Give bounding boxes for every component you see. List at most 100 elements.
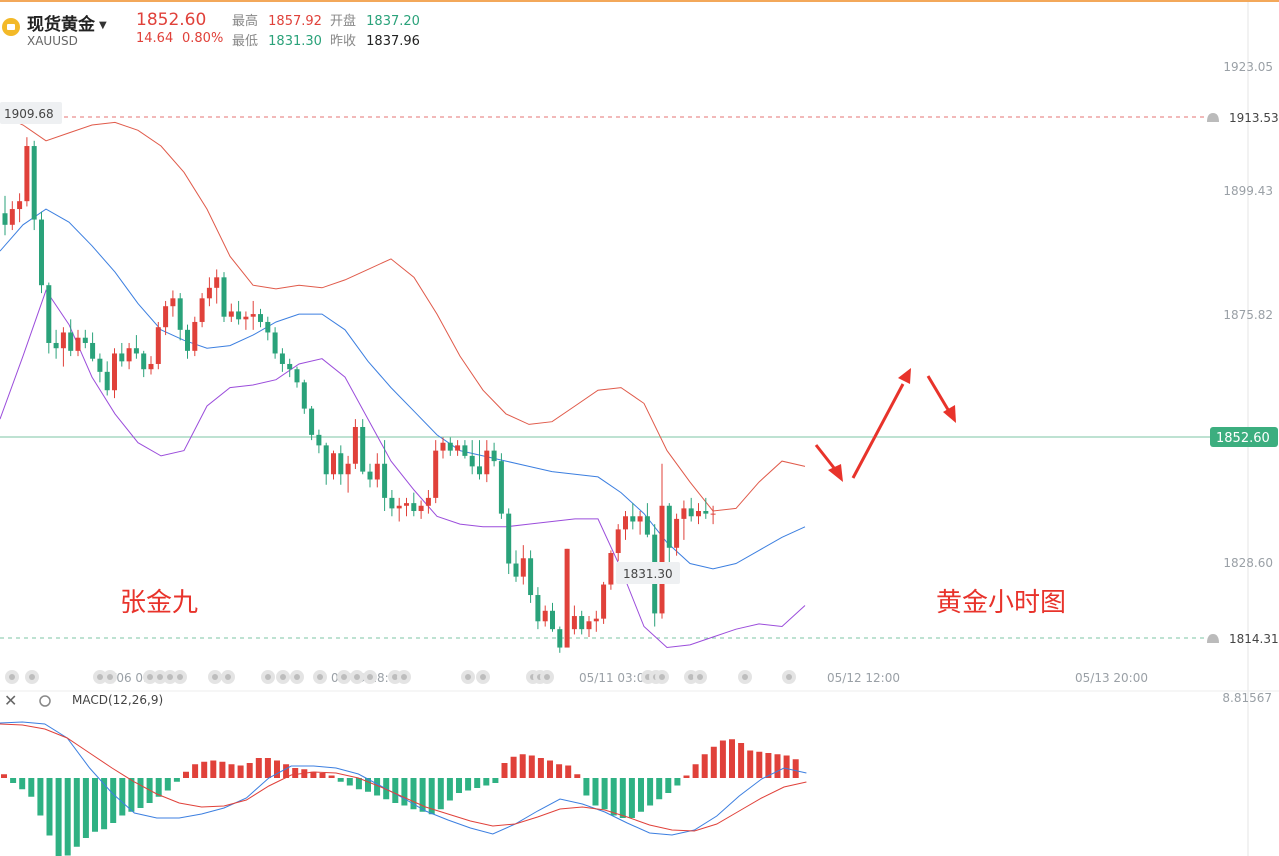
candle-body: [258, 314, 263, 322]
gear-icon: [39, 695, 51, 707]
candle-body: [31, 146, 37, 220]
candle-body: [228, 311, 234, 317]
event-marker-dot: [97, 674, 103, 680]
candle-body: [681, 508, 687, 519]
candle-body: [119, 353, 125, 362]
macd-histogram-bar: [638, 778, 644, 812]
candle-body: [163, 306, 169, 328]
y-tick-label: 1899.43: [1223, 184, 1273, 198]
macd-panel: ✕ MACD(12,26,9) 8.81567: [0, 690, 1279, 856]
candle-body: [710, 513, 716, 515]
down-arrow-head-2: [943, 405, 956, 423]
macd-histogram-bar: [492, 778, 499, 783]
macd-histogram-bar: [501, 763, 508, 778]
macd-histogram-bar: [1, 774, 7, 778]
current-price-tag: 1852.60: [1216, 431, 1270, 446]
candle-body: [97, 358, 103, 372]
event-marker-dot: [401, 674, 407, 680]
candle-body: [659, 505, 665, 614]
bell-icon: [1207, 634, 1219, 644]
macd-histogram-bar: [10, 778, 17, 783]
x-tick-3: 05/12 12:00: [827, 671, 900, 685]
chart-note: 黄金小时图: [936, 588, 1066, 618]
candle-body: [484, 450, 490, 475]
macd-histogram-bar: [82, 778, 89, 838]
macd-histogram-bar: [19, 778, 26, 790]
alert-price-label: 1814.31: [1229, 632, 1279, 646]
macd-histogram-bar: [792, 759, 799, 778]
candle-body: [550, 610, 555, 630]
min-price-tag: 1831.30: [623, 567, 673, 581]
candle-body: [279, 353, 285, 364]
candle-body: [440, 442, 446, 451]
candle-body: [82, 337, 88, 343]
candle-body: [360, 426, 366, 472]
candle-body: [477, 466, 482, 475]
macd-histogram-bar: [55, 778, 62, 856]
y-tick-label: 1923.05: [1223, 60, 1273, 74]
event-marker-dot: [280, 674, 286, 680]
candle-body: [287, 363, 293, 370]
macd-histogram-bar: [401, 778, 408, 806]
candle-body: [535, 595, 541, 622]
macd-histogram-bar: [128, 778, 135, 812]
event-marker-dot: [544, 674, 550, 680]
macd-histogram-bar: [465, 778, 472, 791]
candle-body: [593, 618, 599, 622]
macd-histogram-bar: [46, 778, 53, 836]
candle-body: [112, 353, 117, 391]
price-chart[interactable]: 1923.05 1899.43 1875.82 1828.60 1913.53 1814.…: [0, 0, 1279, 856]
event-marker-dot: [354, 674, 360, 680]
event-marker-dot: [9, 674, 15, 680]
candle-body: [382, 463, 388, 498]
macd-histogram-bar: [474, 778, 481, 788]
candle-body: [404, 503, 409, 506]
candle-body: [623, 516, 628, 530]
bollinger-upper-line: [0, 114, 806, 512]
event-marker-dot: [317, 674, 323, 680]
candle-body: [418, 505, 424, 512]
macd-histogram-bar: [674, 778, 681, 786]
candle-body: [696, 511, 701, 517]
macd-histogram-bar: [73, 778, 80, 847]
macd-histogram-bar: [565, 765, 572, 778]
candle-body: [192, 321, 198, 351]
candle-body: [462, 445, 468, 456]
macd-axis-value: 8.81567: [1222, 691, 1272, 705]
candle-body: [608, 553, 614, 585]
event-marker-dot: [742, 674, 748, 680]
macd-histogram-bar: [556, 764, 563, 778]
candle-body: [586, 621, 592, 630]
candle-body: [666, 505, 672, 548]
macd-histogram-bar: [437, 778, 444, 810]
macd-histogram-bar: [246, 763, 253, 778]
macd-histogram-bar: [683, 775, 690, 778]
y-tick-label: 1828.60: [1223, 556, 1273, 570]
macd-histogram-bar: [410, 778, 417, 810]
event-marker-dot: [212, 674, 218, 680]
macd-histogram-bar: [592, 778, 599, 806]
price-axis: 1923.05 1899.43 1875.82 1828.60 1913.53 1814.…: [0, 2, 1279, 856]
macd-histogram-bar: [137, 778, 144, 808]
event-marker-dot: [341, 674, 347, 680]
macd-histogram-bar: [510, 756, 517, 778]
candle-body: [90, 342, 96, 359]
candle-body: [214, 277, 220, 288]
macd-histogram-bar: [583, 778, 590, 796]
candle-body: [133, 348, 139, 354]
candle-body: [75, 337, 81, 351]
event-marker-dot: [659, 674, 665, 680]
candle-body: [688, 508, 694, 517]
macd-histogram-bar: [237, 765, 244, 778]
candle-body: [316, 434, 322, 446]
macd-histogram-bar: [738, 743, 745, 778]
macd-histogram-bar: [692, 764, 699, 778]
macd-histogram-bar: [647, 778, 654, 806]
macd-histogram-bar: [547, 760, 553, 778]
macd-histogram-bar: [219, 761, 226, 778]
candle-body: [265, 321, 271, 333]
candle-body: [498, 461, 504, 514]
macd-histogram-bar: [601, 778, 608, 810]
candle-body: [177, 298, 183, 330]
candle-body: [615, 529, 621, 554]
